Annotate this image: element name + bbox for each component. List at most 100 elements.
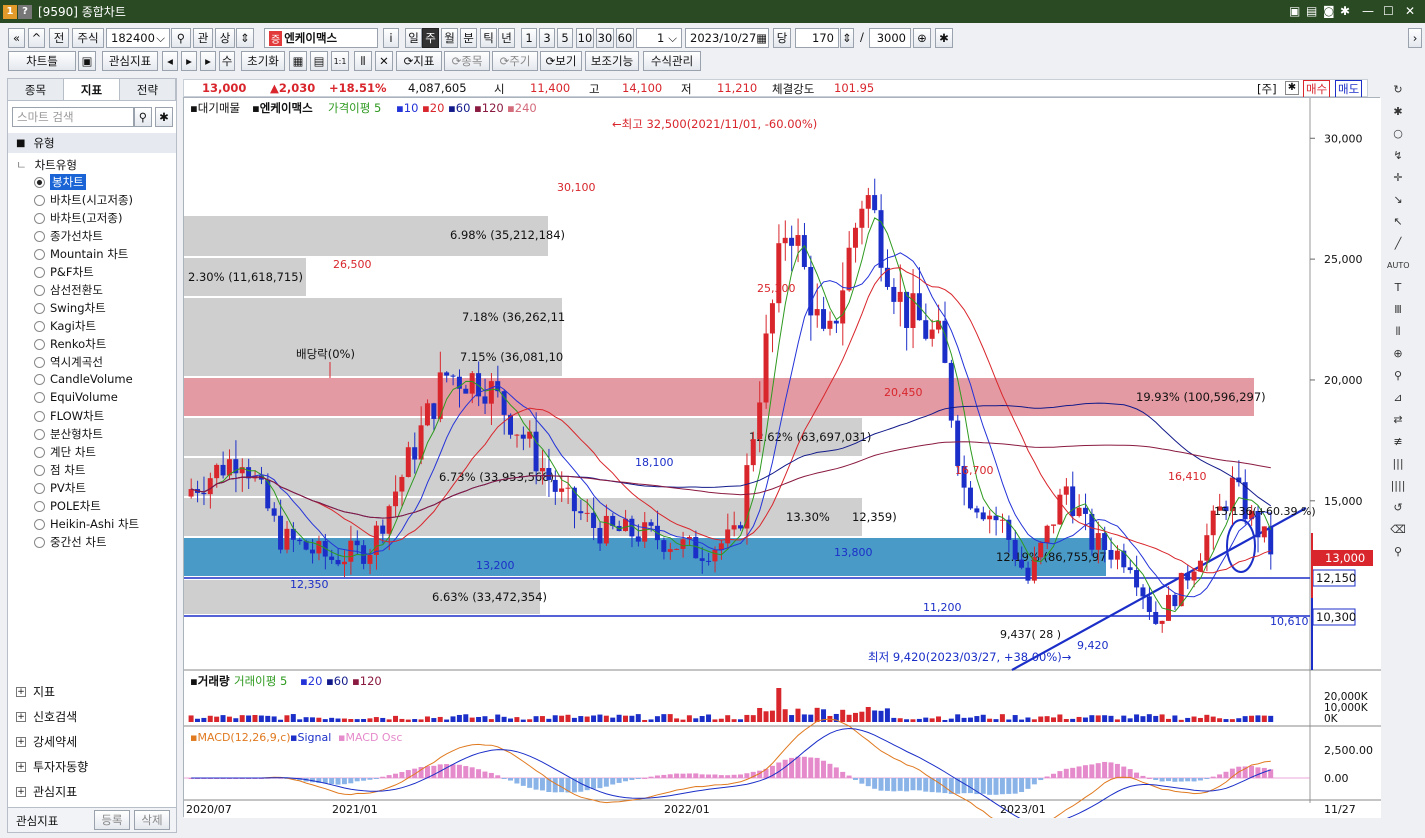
ray-icon[interactable]: ↖: [1387, 212, 1409, 232]
cycle-button[interactable]: ⟳ 주기: [492, 51, 538, 71]
gear-icon[interactable]: ✱: [935, 28, 953, 48]
expand-icon[interactable]: ›: [1408, 28, 1422, 48]
left-bottom-item[interactable]: + 지표: [16, 683, 55, 700]
tile-icon[interactable]: ▣: [1289, 4, 1300, 18]
sang-button[interactable]: 상: [215, 28, 235, 48]
reset-button[interactable]: 초기화: [241, 51, 285, 71]
strikethrough-icon[interactable]: ≢: [1387, 432, 1409, 452]
period-2-button[interactable]: 월: [441, 28, 458, 48]
gear-icon[interactable]: ✱: [1387, 102, 1409, 122]
interval-3-button[interactable]: 3: [539, 28, 555, 48]
calendar-icon[interactable]: ▦: [756, 31, 767, 45]
su-button[interactable]: 수: [219, 51, 235, 71]
play-icon[interactable]: ▸: [181, 51, 197, 71]
circle-icon[interactable]: ○: [1387, 124, 1409, 144]
chart-type-group[interactable]: ㄴ 차트유형: [16, 157, 77, 173]
left-bottom-item[interactable]: + 관심지표: [16, 783, 77, 800]
count-spinner-icon[interactable]: ⇕: [840, 28, 854, 48]
candle-icon[interactable]: ⫴: [354, 51, 372, 71]
line-icon[interactable]: ↘: [1387, 190, 1409, 210]
chart-type-item[interactable]: Mountain 차트: [34, 246, 128, 262]
auto-icon[interactable]: AUTO: [1387, 256, 1410, 276]
sell-button[interactable]: 매도: [1335, 80, 1363, 98]
code-input[interactable]: 182400 ⌵: [106, 28, 170, 48]
stock-button[interactable]: ⟳ 종목: [444, 51, 490, 71]
total-input[interactable]: 3000: [869, 28, 911, 48]
period-0-button[interactable]: 일: [405, 28, 422, 48]
interval-10-button[interactable]: 10: [576, 28, 594, 48]
prev-stock-button[interactable]: 전: [49, 28, 69, 48]
arrows-icon[interactable]: ⇄: [1387, 410, 1409, 430]
period-3-button[interactable]: 분: [460, 28, 477, 48]
candle-icon[interactable]: ⫴: [1387, 322, 1409, 342]
chart-type-item[interactable]: Renko차트: [34, 336, 106, 352]
grid-icon[interactable]: ▦: [289, 51, 307, 71]
bars2-icon[interactable]: ||||: [1387, 476, 1409, 496]
chart-type-item[interactable]: 바차트(고저종): [34, 210, 122, 226]
chart-type-item[interactable]: 분산형차트: [34, 426, 103, 442]
info-button[interactable]: i: [383, 28, 399, 48]
indicators-button[interactable]: 관심지표: [102, 51, 158, 71]
cross-icon[interactable]: ✕: [375, 51, 393, 71]
first-button[interactable]: «: [8, 28, 25, 48]
layout-icon[interactable]: ▤: [310, 51, 328, 71]
one-to-one-icon[interactable]: 1:1: [331, 51, 349, 71]
undo-icon[interactable]: ↺: [1387, 498, 1409, 518]
indicator-button[interactable]: ⟳ 지표: [396, 51, 442, 71]
chart-type-item[interactable]: CandleVolume: [34, 372, 133, 386]
interval-5-button[interactable]: 5: [557, 28, 573, 48]
fibo-icon[interactable]: Ⅲ: [1387, 300, 1409, 320]
chart-type-item[interactable]: EquiVolume: [34, 390, 118, 404]
chevron-down-icon[interactable]: ⌵: [156, 31, 165, 46]
view-button[interactable]: ⟳ 보기: [540, 51, 582, 71]
refresh-icon[interactable]: ↻: [1387, 80, 1409, 100]
left-tab-1[interactable]: 지표: [64, 79, 120, 100]
save-icon[interactable]: ▣: [78, 51, 96, 71]
copy-icon[interactable]: ▤: [1306, 4, 1317, 18]
chart-type-item[interactable]: Heikin-Ashi 차트: [34, 516, 139, 532]
close-icon[interactable]: ✕: [1405, 4, 1415, 18]
help-icon[interactable]: ?: [18, 4, 32, 19]
chart-icon[interactable]: ↯: [1387, 146, 1409, 166]
chart-svg[interactable]: 6.98% (35,212,184) 2.30% (11,618,715) 7.18…: [184, 98, 1381, 834]
spinner-icon[interactable]: ⇕: [236, 28, 254, 48]
smart-search-input[interactable]: 스마트 검색: [12, 107, 134, 127]
chart-type-item[interactable]: 봉차트: [34, 174, 86, 190]
register-button[interactable]: 등록: [94, 810, 130, 830]
chart-list-button[interactable]: 차트틀: [8, 51, 76, 71]
stock-name-field[interactable]: 증 엔케이맥스: [264, 28, 378, 48]
maximize-icon[interactable]: ☐: [1383, 4, 1394, 18]
search-icon[interactable]: ⚲: [171, 28, 191, 48]
date-input[interactable]: 2023/10/27 ▦: [685, 28, 769, 48]
chart-type-item[interactable]: FLOW차트: [34, 408, 104, 424]
chart-type-item[interactable]: 바차트(시고저종): [34, 192, 133, 208]
chart-type-item[interactable]: POLE차트: [34, 498, 101, 514]
period-4-button[interactable]: 틱: [480, 28, 497, 48]
screenshot-icon[interactable]: ◙: [1323, 4, 1335, 18]
erase-icon[interactable]: ⌫: [1387, 520, 1409, 540]
left-bottom-item[interactable]: + 투자자동향: [16, 758, 88, 775]
chart-type-item[interactable]: 점 차트: [34, 462, 85, 478]
section-header[interactable]: ■ 유형: [8, 133, 176, 153]
search-icon[interactable]: ⚲: [134, 107, 152, 127]
chart-type-item[interactable]: 계단 차트: [34, 444, 96, 460]
left-bottom-item[interactable]: + 신호검색: [16, 708, 77, 725]
magnify-icon[interactable]: ⚲: [1387, 366, 1409, 386]
interval-30-button[interactable]: 30: [596, 28, 614, 48]
left-tab-0[interactable]: 종목: [8, 79, 64, 100]
chart-type-item[interactable]: P&F차트: [34, 264, 94, 280]
chart-type-item[interactable]: 삼선전환도: [34, 282, 103, 298]
next-icon[interactable]: ▸: [200, 51, 216, 71]
gear-icon[interactable]: ✱: [1285, 81, 1299, 95]
settings-icon[interactable]: ✱: [155, 107, 173, 127]
chart-type-item[interactable]: 중간선 차트: [34, 534, 107, 550]
aux-button[interactable]: 보조기능: [585, 51, 639, 71]
chart-type-item[interactable]: 역시계곡선: [34, 354, 103, 370]
interval-1-button[interactable]: 1: [521, 28, 537, 48]
up-button[interactable]: ^: [28, 28, 45, 48]
zoom-icon[interactable]: ⊕: [1387, 344, 1409, 364]
left-tab-2[interactable]: 전략: [120, 79, 176, 100]
delete-button[interactable]: 삭제: [134, 810, 170, 830]
chart-type-item[interactable]: Swing차트: [34, 300, 106, 316]
dang-button[interactable]: 당: [773, 28, 791, 48]
